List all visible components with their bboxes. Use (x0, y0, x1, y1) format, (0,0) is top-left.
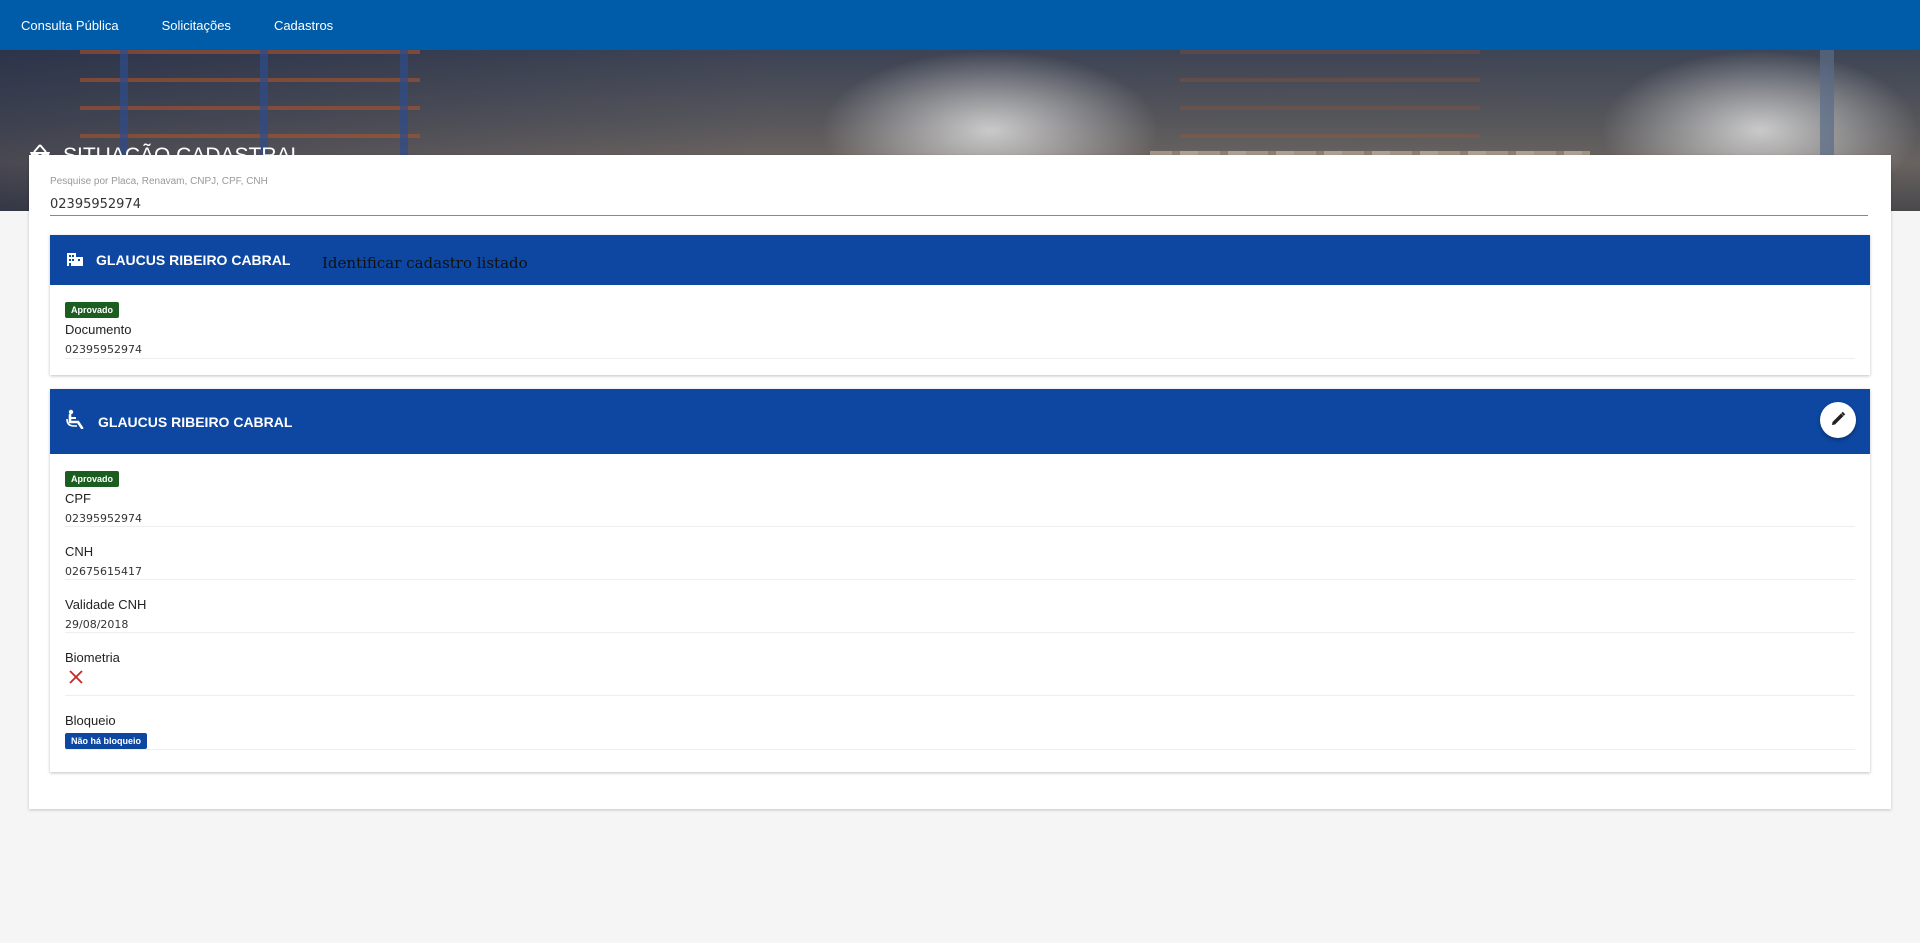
building-icon (66, 249, 84, 272)
nav-consulta-publica[interactable]: Consulta Pública (21, 18, 119, 33)
close-icon (65, 670, 1855, 689)
status-badge: Aprovado (65, 471, 120, 487)
field-value: 02395952974 (65, 343, 142, 356)
search-label: Pesquise por Placa, Renavam, CNPJ, CPF, … (50, 176, 268, 187)
field-bloqueio: Bloqueio Não há bloqueio (65, 696, 1855, 750)
field-label: Biometria (65, 650, 120, 665)
field-label: CNH (65, 544, 94, 559)
field-label: CPF (65, 491, 91, 506)
company-name: GLAUCUS RIBEIRO CABRAL (96, 252, 291, 268)
seated-person-icon (66, 409, 86, 434)
field-validade-cnh: Validade CNH 29/08/2018 (65, 580, 1855, 633)
driver-panel: GLAUCUS RIBEIRO CABRAL Aprovado CPF 0239… (50, 389, 1870, 772)
driver-name: GLAUCUS RIBEIRO CABRAL (98, 413, 293, 430)
edit-button[interactable] (1820, 402, 1856, 438)
field-cnh: CNH 02675615417 (65, 527, 1855, 580)
field-label: Documento (65, 322, 132, 337)
driver-panel-header: GLAUCUS RIBEIRO CABRAL (50, 389, 1870, 454)
top-navigation: Consulta Pública Solicitações Cadastros (0, 0, 1920, 50)
search-input[interactable] (50, 193, 1868, 216)
field-biometria: Biometria (65, 633, 1855, 696)
field-label: Bloqueio (65, 713, 116, 728)
company-panel: GLAUCUS RIBEIRO CABRAL Identificar cadas… (50, 235, 1870, 375)
hint-text: Identificar cadastro listado (322, 254, 528, 272)
field-documento: Documento 02395952974 (65, 318, 1855, 359)
field-cpf: CPF 02395952974 (65, 487, 1855, 527)
nav-cadastros[interactable]: Cadastros (274, 18, 333, 33)
field-label: Validade CNH (65, 597, 147, 612)
field-value: 02675615417 (65, 565, 142, 578)
nav-solicitacoes[interactable]: Solicitações (162, 18, 231, 33)
main-card: Pesquise por Placa, Renavam, CNPJ, CPF, … (29, 155, 1891, 809)
field-value: 29/08/2018 (65, 618, 129, 631)
field-value: 02395952974 (65, 512, 142, 525)
company-panel-header: GLAUCUS RIBEIRO CABRAL Identificar cadas… (50, 235, 1870, 285)
bloqueio-badge: Não há bloqueio (65, 733, 148, 749)
status-badge: Aprovado (65, 302, 120, 318)
pencil-icon (1830, 411, 1846, 430)
